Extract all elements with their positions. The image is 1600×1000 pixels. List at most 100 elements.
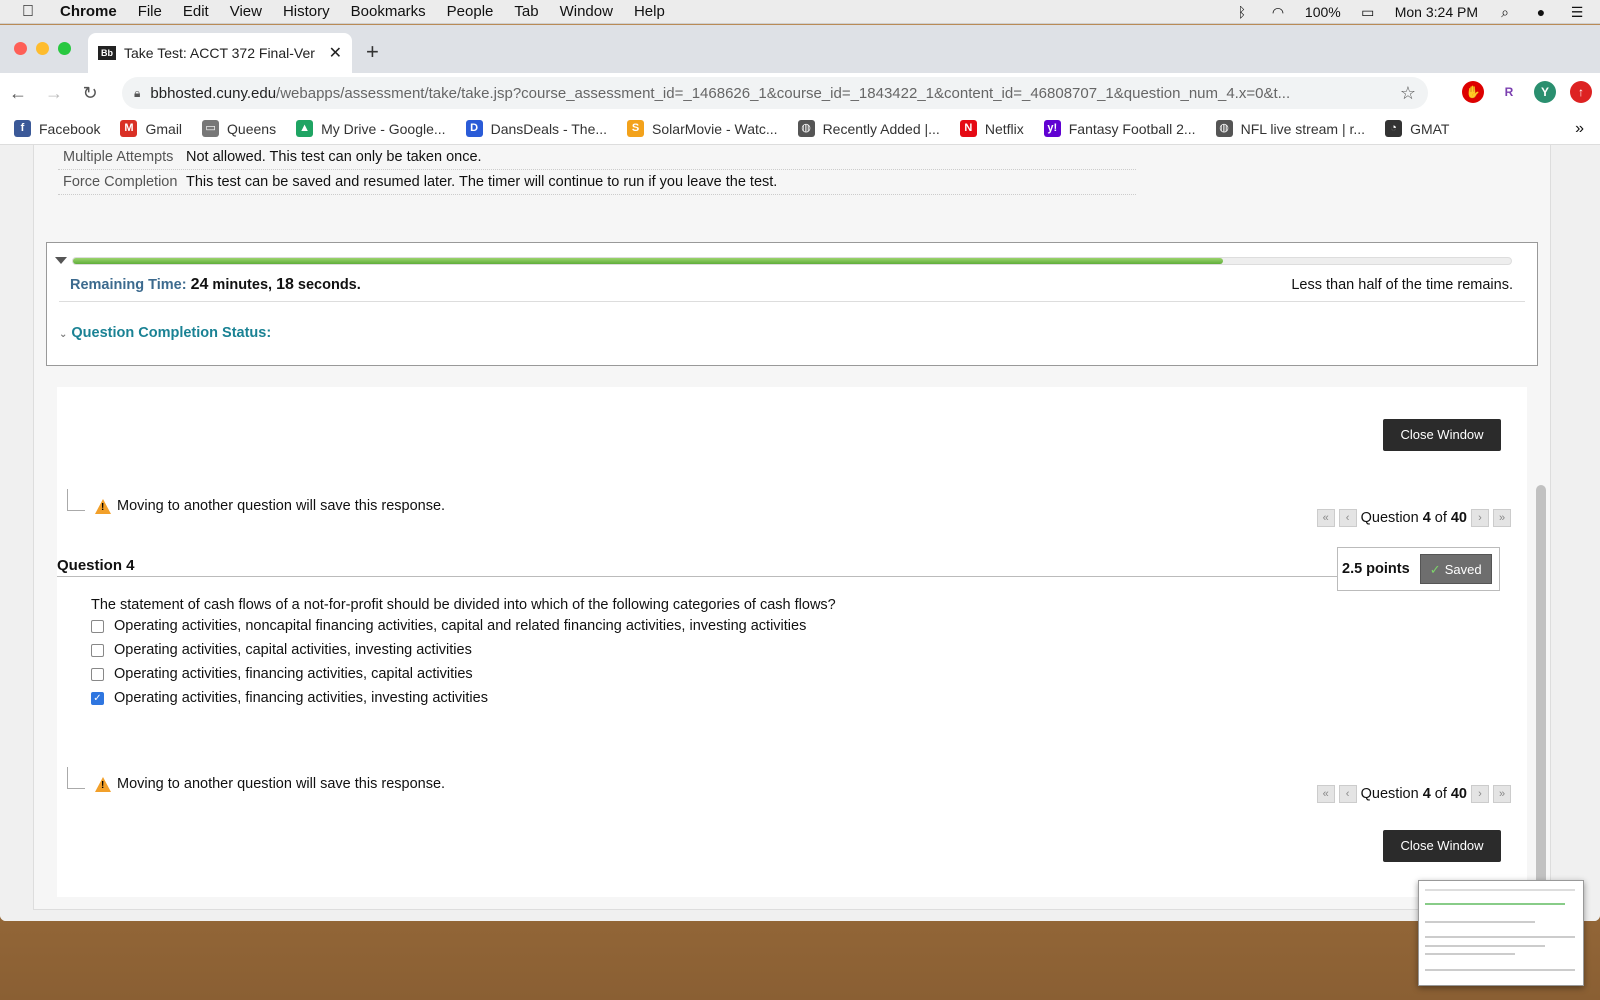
siri-icon[interactable]: ● bbox=[1532, 4, 1550, 20]
active-tab[interactable]: Bb Take Test: ACCT 372 Final-Ver ✕ bbox=[88, 33, 352, 73]
screenshot-thumbnail[interactable] bbox=[1418, 880, 1584, 986]
wifi-icon[interactable]: ◠ bbox=[1269, 4, 1287, 20]
page-scrollbar[interactable] bbox=[1536, 485, 1546, 905]
info-value: This test can be saved and resumed later… bbox=[186, 174, 777, 190]
next-question-icon[interactable]: › bbox=[1471, 785, 1489, 803]
warning-icon bbox=[95, 777, 111, 792]
netflix-icon: N bbox=[960, 120, 977, 137]
bluetooth-icon[interactable]: ᛒ bbox=[1233, 4, 1251, 20]
close-window-button-bottom[interactable]: Close Window bbox=[1383, 830, 1501, 862]
previous-question-icon[interactable]: ‹ bbox=[1339, 509, 1357, 527]
remaining-time: Remaining Time: 24 minutes, 18 seconds. bbox=[70, 276, 361, 294]
forward-arrow-icon[interactable]: → bbox=[36, 83, 72, 104]
clock[interactable]: Mon 3:24 PM bbox=[1395, 4, 1478, 20]
menu-people[interactable]: People bbox=[447, 3, 494, 20]
first-question-icon[interactable]: « bbox=[1317, 509, 1335, 527]
bookmark-item[interactable]: ▲My Drive - Google... bbox=[296, 120, 445, 137]
question-navigation-bottom: « ‹ Question 4 of 40 › » bbox=[1317, 785, 1511, 803]
adblock-extension-icon[interactable]: ✋ bbox=[1462, 81, 1484, 103]
notification-center-icon[interactable]: ☰ bbox=[1568, 4, 1586, 20]
globe-icon: ◍ bbox=[798, 120, 815, 137]
menu-history[interactable]: History bbox=[283, 3, 330, 20]
close-window-dot-icon[interactable] bbox=[14, 42, 27, 55]
close-window-button-top[interactable]: Close Window bbox=[1383, 419, 1501, 451]
remaining-time-label: Remaining Time: bbox=[70, 277, 187, 293]
timer-panel: Remaining Time: 24 minutes, 18 seconds. … bbox=[46, 242, 1538, 366]
last-question-icon[interactable]: » bbox=[1493, 509, 1511, 527]
lock-icon[interactable]: 🔒︎ bbox=[134, 86, 140, 101]
address-bar[interactable]: 🔒︎ bbhosted.cuny.edu/webapps/assessment/… bbox=[122, 77, 1428, 109]
nav-total-number: 40 bbox=[1451, 786, 1467, 802]
menu-help[interactable]: Help bbox=[634, 3, 665, 20]
answer-text: Operating activities, noncapital financi… bbox=[114, 618, 806, 634]
info-row: Force Completion This test can be saved … bbox=[58, 170, 1136, 195]
tab-close-icon[interactable]: ✕ bbox=[329, 43, 342, 63]
facebook-icon: f bbox=[14, 120, 31, 137]
bookmark-item[interactable]: ◍Recently Added |... bbox=[798, 120, 940, 137]
elbow-arrow-icon bbox=[67, 489, 85, 511]
last-question-icon[interactable]: » bbox=[1493, 785, 1511, 803]
answer-checkbox[interactable] bbox=[91, 644, 104, 657]
bookmark-label: Netflix bbox=[985, 121, 1024, 137]
dansdeals-icon: D bbox=[466, 120, 483, 137]
answer-option[interactable]: Operating activities, noncapital financi… bbox=[91, 618, 806, 634]
battery-icon[interactable]: ▭ bbox=[1359, 4, 1377, 20]
more-bookmarks-chevron-icon[interactable]: » bbox=[1575, 120, 1584, 138]
new-tab-plus-icon[interactable]: + bbox=[366, 39, 379, 65]
question-navigation-top: « ‹ Question 4 of 40 › » bbox=[1317, 509, 1511, 527]
bookmarks-bar: fFacebook MGmail ▭ Queens ▲My Drive - Google… bbox=[0, 113, 1600, 145]
back-arrow-icon[interactable]: ← bbox=[0, 83, 36, 104]
previous-question-icon[interactable]: ‹ bbox=[1339, 785, 1357, 803]
answer-text: Operating activities, financing activiti… bbox=[114, 690, 488, 706]
spotlight-search-icon[interactable]: ⌕ bbox=[1496, 4, 1514, 20]
answer-checkbox[interactable] bbox=[91, 620, 104, 633]
menu-tab[interactable]: Tab bbox=[514, 3, 538, 20]
folder-icon: ▭ bbox=[202, 120, 219, 137]
bookmark-label: Queens bbox=[227, 121, 276, 137]
nav-current-number: 4 bbox=[1423, 510, 1431, 526]
bookmark-item[interactable]: MGmail bbox=[120, 120, 182, 137]
menu-view[interactable]: View bbox=[230, 3, 262, 20]
menu-file[interactable]: File bbox=[138, 3, 162, 20]
answer-option[interactable]: Operating activities, financing activiti… bbox=[91, 666, 473, 682]
bookmark-item[interactable]: DDansDeals - The... bbox=[466, 120, 607, 137]
url-path: /webapps/assessment/take/take.jsp?course… bbox=[276, 85, 1290, 102]
answer-checkbox-checked[interactable]: ✓ bbox=[91, 692, 104, 705]
menu-window[interactable]: Window bbox=[560, 3, 613, 20]
nav-total-number: 40 bbox=[1451, 510, 1467, 526]
r-extension-icon[interactable]: R bbox=[1498, 81, 1520, 103]
extensions-area: ✋ R Y ↑ bbox=[1462, 81, 1592, 103]
bookmark-item[interactable]: fFacebook bbox=[14, 120, 100, 137]
bookmark-label: Gmail bbox=[145, 121, 182, 137]
menu-edit[interactable]: Edit bbox=[183, 3, 209, 20]
double-chevron-down-icon: ⌄ bbox=[59, 329, 67, 340]
test-info-table: Multiple Attempts Not allowed. This test… bbox=[58, 145, 1136, 195]
bookmark-item[interactable]: SSolarMovie - Watc... bbox=[627, 120, 778, 137]
bookmark-item[interactable]: ◔GMAT bbox=[1385, 120, 1449, 137]
apple-icon[interactable]:  bbox=[22, 3, 44, 21]
nav-of: of bbox=[1435, 786, 1447, 802]
minimize-window-dot-icon[interactable] bbox=[36, 42, 49, 55]
bookmark-item[interactable]: y!Fantasy Football 2... bbox=[1044, 120, 1196, 137]
answer-option[interactable]: Operating activities, capital activities… bbox=[91, 642, 472, 658]
next-question-icon[interactable]: › bbox=[1471, 509, 1489, 527]
bookmark-item[interactable]: ◍NFL live stream | r... bbox=[1216, 120, 1365, 137]
menu-app-name[interactable]: Chrome bbox=[60, 3, 117, 20]
menu-bookmarks[interactable]: Bookmarks bbox=[351, 3, 426, 20]
question-completion-status-toggle[interactable]: ⌄Question Completion Status: bbox=[59, 325, 271, 341]
bookmark-item[interactable]: N Netflix bbox=[960, 120, 1024, 137]
collapse-triangle-icon[interactable] bbox=[55, 257, 67, 264]
bookmark-star-icon[interactable]: ☆ bbox=[1400, 83, 1416, 104]
profile-avatar[interactable]: Y bbox=[1534, 81, 1556, 103]
answer-checkbox[interactable] bbox=[91, 668, 104, 681]
yahoo-icon: y! bbox=[1044, 120, 1061, 137]
time-progress-bar bbox=[72, 257, 1512, 265]
update-extension-icon[interactable]: ↑ bbox=[1570, 81, 1592, 103]
bookmark-item[interactable]: ▭ Queens bbox=[202, 120, 276, 137]
bookmark-label: SolarMovie - Watc... bbox=[652, 121, 778, 137]
maximize-window-dot-icon[interactable] bbox=[58, 42, 71, 55]
answer-option[interactable]: ✓ Operating activities, financing activi… bbox=[91, 690, 488, 706]
answer-text: Operating activities, financing activiti… bbox=[114, 666, 473, 682]
first-question-icon[interactable]: « bbox=[1317, 785, 1335, 803]
reload-icon[interactable]: ↻ bbox=[72, 83, 108, 104]
